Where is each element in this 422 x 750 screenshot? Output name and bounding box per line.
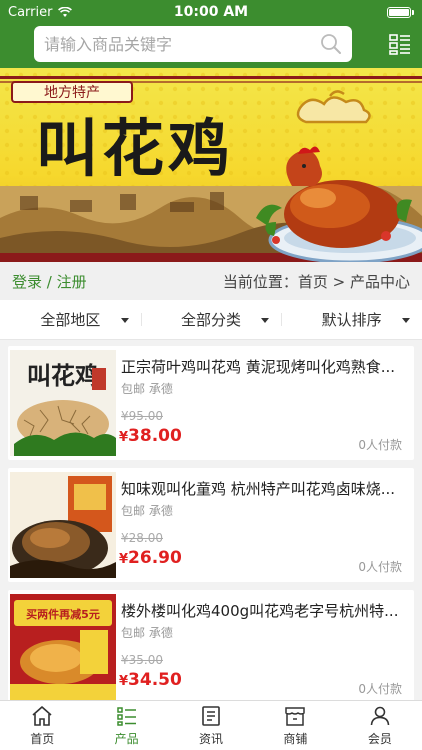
banner-image: 地方特产 叫花鸡 [0, 68, 422, 262]
tab-label: 资讯 [199, 732, 224, 746]
battery-icon [387, 6, 414, 18]
filter-category[interactable]: 全部分类 [140, 309, 282, 330]
news-icon [202, 706, 220, 726]
thumb-text: 买两件再减5元 [26, 607, 100, 621]
wifi-icon [58, 6, 73, 17]
store-icon [285, 707, 306, 726]
tab-label: 商铺 [283, 732, 308, 746]
product-tags: 包邮 承德 [121, 626, 173, 640]
paid-count: 0人付款 [358, 682, 402, 696]
sale-price: ¥34.50 [119, 670, 182, 690]
login-register-link[interactable]: 登录 / 注册 [12, 271, 87, 292]
caret-down-icon [402, 317, 411, 323]
home-icon [32, 706, 52, 726]
paid-count: 0人付款 [358, 560, 402, 574]
user-icon [370, 706, 390, 726]
product-title[interactable]: 楼外楼叫化鸡400g叫花鸡老字号杭州特... [121, 600, 400, 621]
tab-label: 产品 [114, 732, 139, 746]
filter-sort[interactable]: 默认排序 [281, 309, 422, 330]
thumb-text: 叫花鸡 [27, 361, 99, 390]
product-tags: 包邮 承德 [121, 504, 173, 518]
tab-label: 会员 [367, 732, 392, 746]
product-thumbnail: 买两件再减5元 [10, 594, 116, 700]
caret-down-icon [120, 317, 129, 323]
banner-title-text: 叫花鸡 [36, 112, 234, 185]
search-box[interactable] [34, 26, 352, 62]
sale-price: ¥26.90 [119, 548, 182, 568]
tab-label: 首页 [30, 732, 55, 746]
filter-label: 全部地区 [40, 311, 101, 329]
original-price: ¥28.00 [121, 531, 163, 545]
product-title[interactable]: 知味观叫化童鸡 杭州特产叫花鸡卤味烧... [121, 478, 400, 499]
original-price: ¥95.00 [121, 409, 163, 423]
category-menu-icon[interactable] [388, 32, 412, 56]
carrier-label: Carrier [8, 4, 53, 20]
clock: 10:00 AM [173, 4, 249, 20]
product-tags: 包邮 承德 [121, 382, 173, 396]
status-bar: Carrier 10:00 AM [0, 0, 422, 24]
list-icon [116, 707, 136, 726]
product-thumbnail: 叫花鸡 [10, 350, 116, 456]
tab-products[interactable]: 产品 [84, 701, 168, 750]
filter-region[interactable]: 全部地区 [0, 309, 141, 330]
paid-count: 0人付款 [358, 438, 402, 452]
original-price: ¥35.00 [121, 653, 163, 667]
filter-label: 全部分类 [181, 311, 242, 329]
product-title[interactable]: 正宗荷叶鸡叫花鸡 黄泥现烤叫化鸡熟食... [121, 356, 400, 377]
filter-label: 默认排序 [321, 311, 382, 329]
search-icon[interactable] [320, 33, 342, 55]
product-card[interactable]: 买两件再减5元 楼外楼叫化鸡400g叫花鸡老字号杭州特... 包邮 承德 ¥35… [8, 590, 414, 704]
product-list: 叫花鸡 正宗荷叶鸡叫花鸡 黄泥现烤叫化鸡熟食... 包邮 承德 ¥95.00 ¥… [0, 340, 422, 704]
tab-member[interactable]: 会员 [338, 701, 422, 750]
breadcrumb-bar: 登录 / 注册 当前位置：首页 > 产品中心 [0, 262, 422, 300]
tab-home[interactable]: 首页 [0, 701, 84, 750]
bottom-tab-bar: 首页 产品 资讯 商铺 会员 [0, 700, 422, 750]
product-card[interactable]: 叫花鸡 正宗荷叶鸡叫花鸡 黄泥现烤叫化鸡熟食... 包邮 承德 ¥95.00 ¥… [8, 346, 414, 460]
top-bar: Carrier 10:00 AM [0, 0, 422, 68]
product-thumbnail [10, 472, 116, 578]
breadcrumb: 当前位置：首页 > 产品中心 [222, 272, 410, 291]
tab-news[interactable]: 资讯 [169, 701, 253, 750]
caret-down-icon [261, 317, 270, 323]
banner-badge-text: 地方特产 [44, 85, 100, 101]
tab-store[interactable]: 商铺 [253, 701, 337, 750]
sale-price: ¥38.00 [119, 426, 182, 446]
product-card[interactable]: 知味观叫化童鸡 杭州特产叫花鸡卤味烧... 包邮 承德 ¥28.00 ¥26.9… [8, 468, 414, 582]
promo-banner[interactable]: 地方特产 叫花鸡 [0, 68, 422, 262]
filter-bar: 全部地区 全部分类 默认排序 [0, 300, 422, 340]
search-input[interactable] [44, 34, 320, 54]
